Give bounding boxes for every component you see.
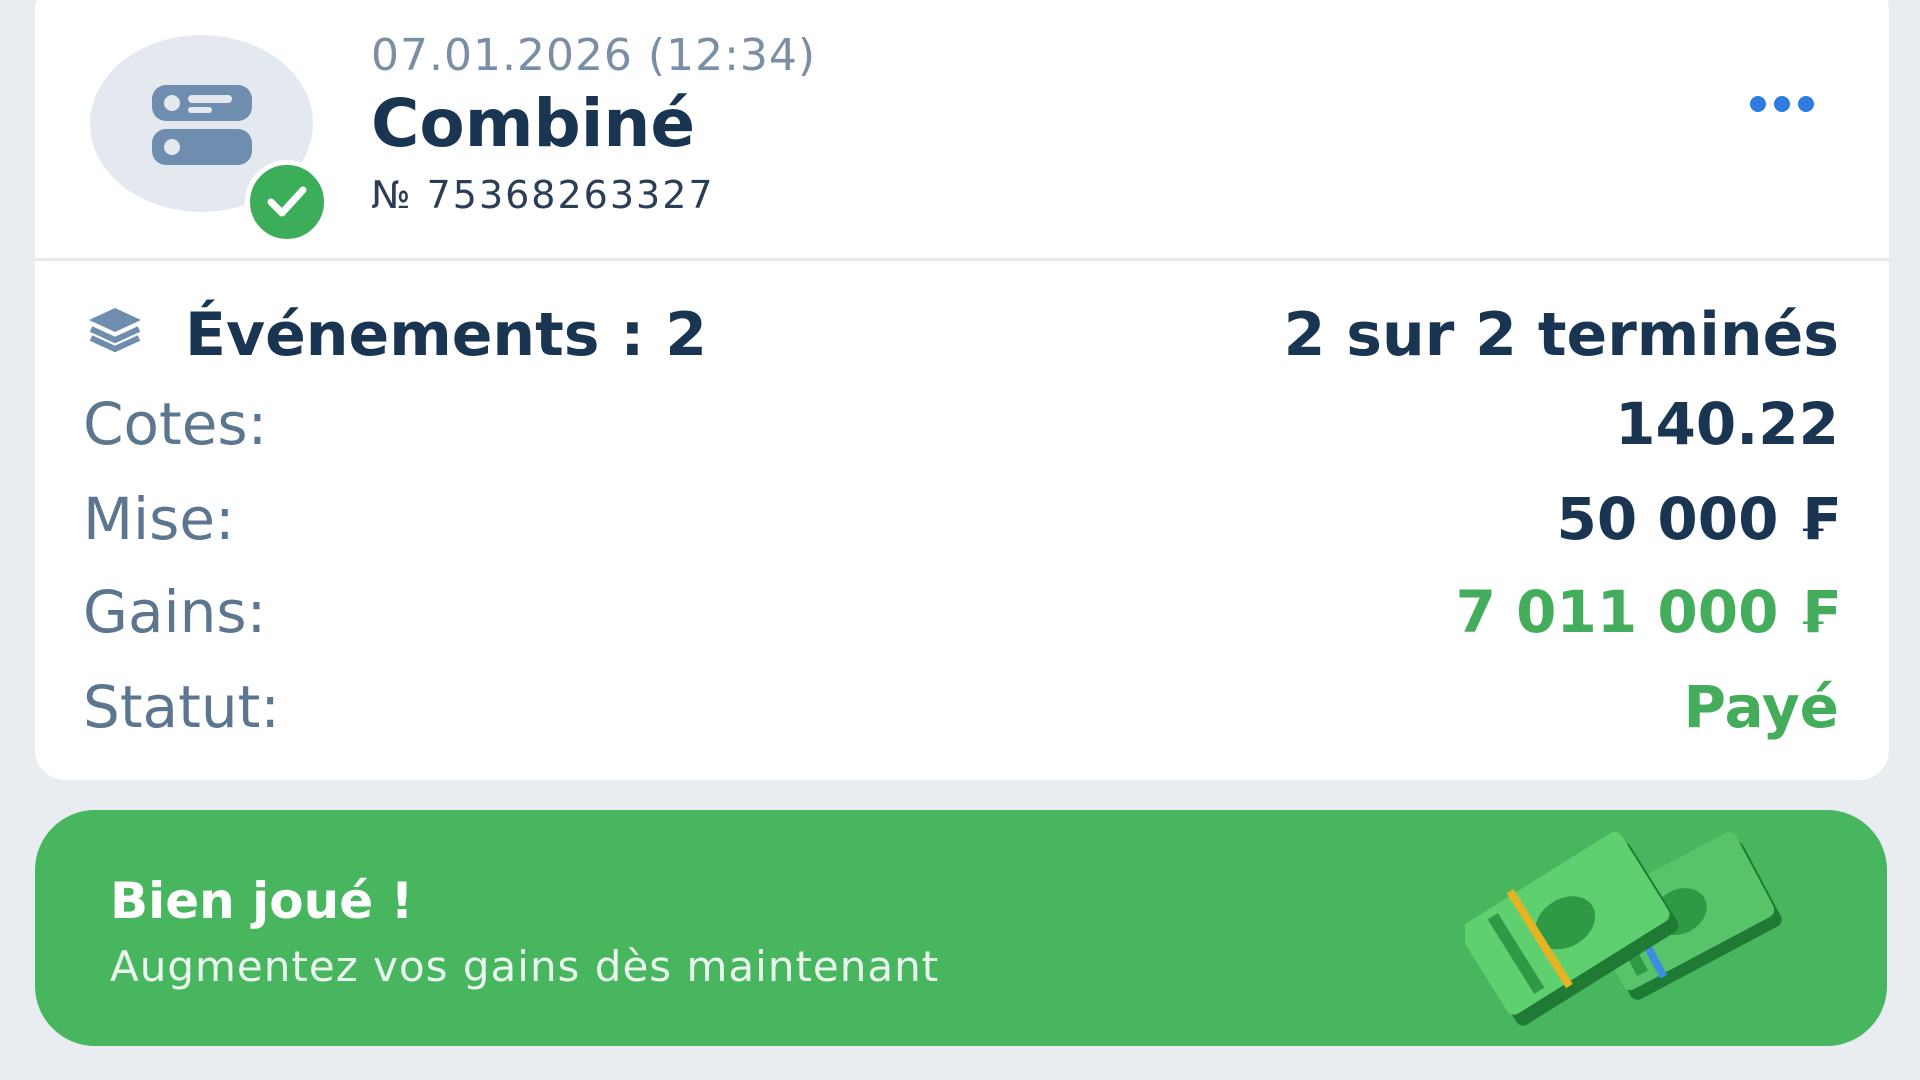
status-label: Statut: [83, 673, 280, 741]
dot-icon [1798, 96, 1814, 112]
odds-value: 140.22 [1615, 390, 1839, 458]
winnings-label: Gains: [83, 578, 267, 646]
events-row[interactable]: Événements : 2 2 sur 2 terminés [85, 300, 1839, 370]
bet-date: 07.01.2026 (12:34) [371, 30, 817, 81]
dot-icon [1750, 96, 1766, 112]
banner-title: Bien joué ! [110, 872, 414, 930]
check-icon [245, 160, 329, 244]
money-stack-icon [1465, 831, 1782, 1026]
status-row: Statut: Payé [83, 673, 1839, 745]
banner-subtitle: Augmentez vos gains dès maintenant [110, 942, 940, 991]
odds-row: Cotes: 140.22 [83, 390, 1839, 462]
winnings-value: 7 011 000 ₣ [1455, 578, 1839, 646]
events-progress: 2 sur 2 terminés [1283, 300, 1839, 370]
bet-type-title: Combiné [371, 85, 696, 162]
status-value: Payé [1683, 673, 1839, 741]
odds-label: Cotes: [83, 390, 268, 458]
bet-card: 07.01.2026 (12:34) Combiné № 75368263327… [35, 0, 1889, 780]
more-options-button[interactable] [1750, 96, 1814, 112]
events-count: Événements : 2 [185, 300, 708, 370]
stake-value: 50 000 ₣ [1556, 485, 1839, 553]
coupon-icon [152, 85, 252, 165]
stake-label: Mise: [83, 485, 235, 553]
dot-icon [1774, 96, 1790, 112]
layers-icon [89, 308, 141, 352]
bet-number: № 75368263327 [371, 173, 715, 217]
stake-row: Mise: 50 000 ₣ [83, 485, 1839, 557]
winnings-row: Gains: 7 011 000 ₣ [83, 578, 1839, 650]
bet-header: 07.01.2026 (12:34) Combiné № 75368263327 [35, 0, 1889, 261]
promo-banner[interactable]: Bien joué ! Augmentez vos gains dès main… [35, 810, 1887, 1046]
